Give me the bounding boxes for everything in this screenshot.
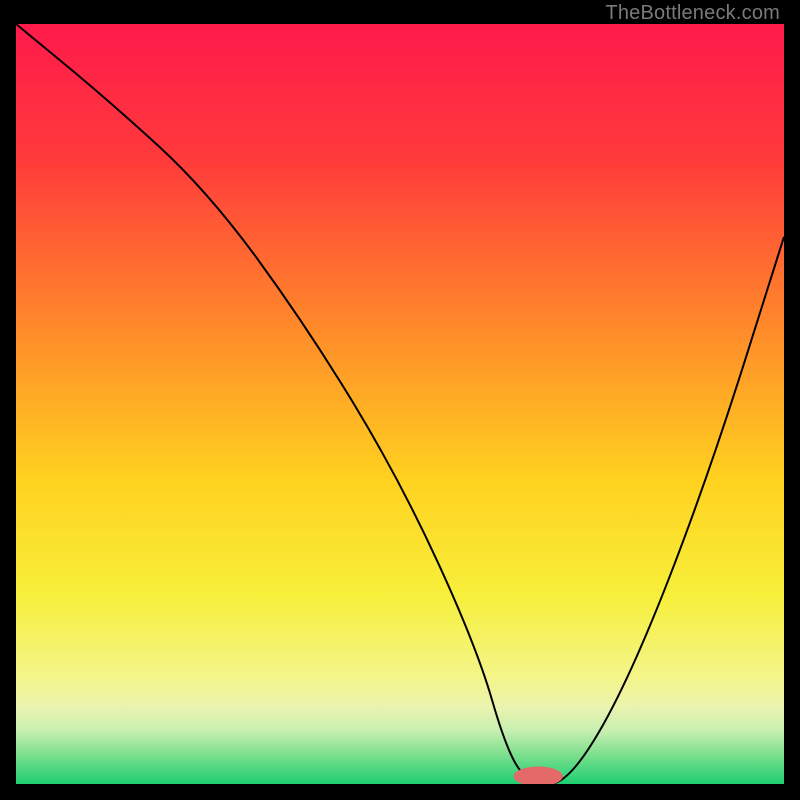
- outer-frame: TheBottleneck.com: [0, 0, 800, 800]
- watermark-text: TheBottleneck.com: [605, 2, 780, 25]
- bottleneck-chart: [16, 24, 784, 784]
- gradient-background: [16, 24, 784, 784]
- plot-area: [16, 24, 784, 784]
